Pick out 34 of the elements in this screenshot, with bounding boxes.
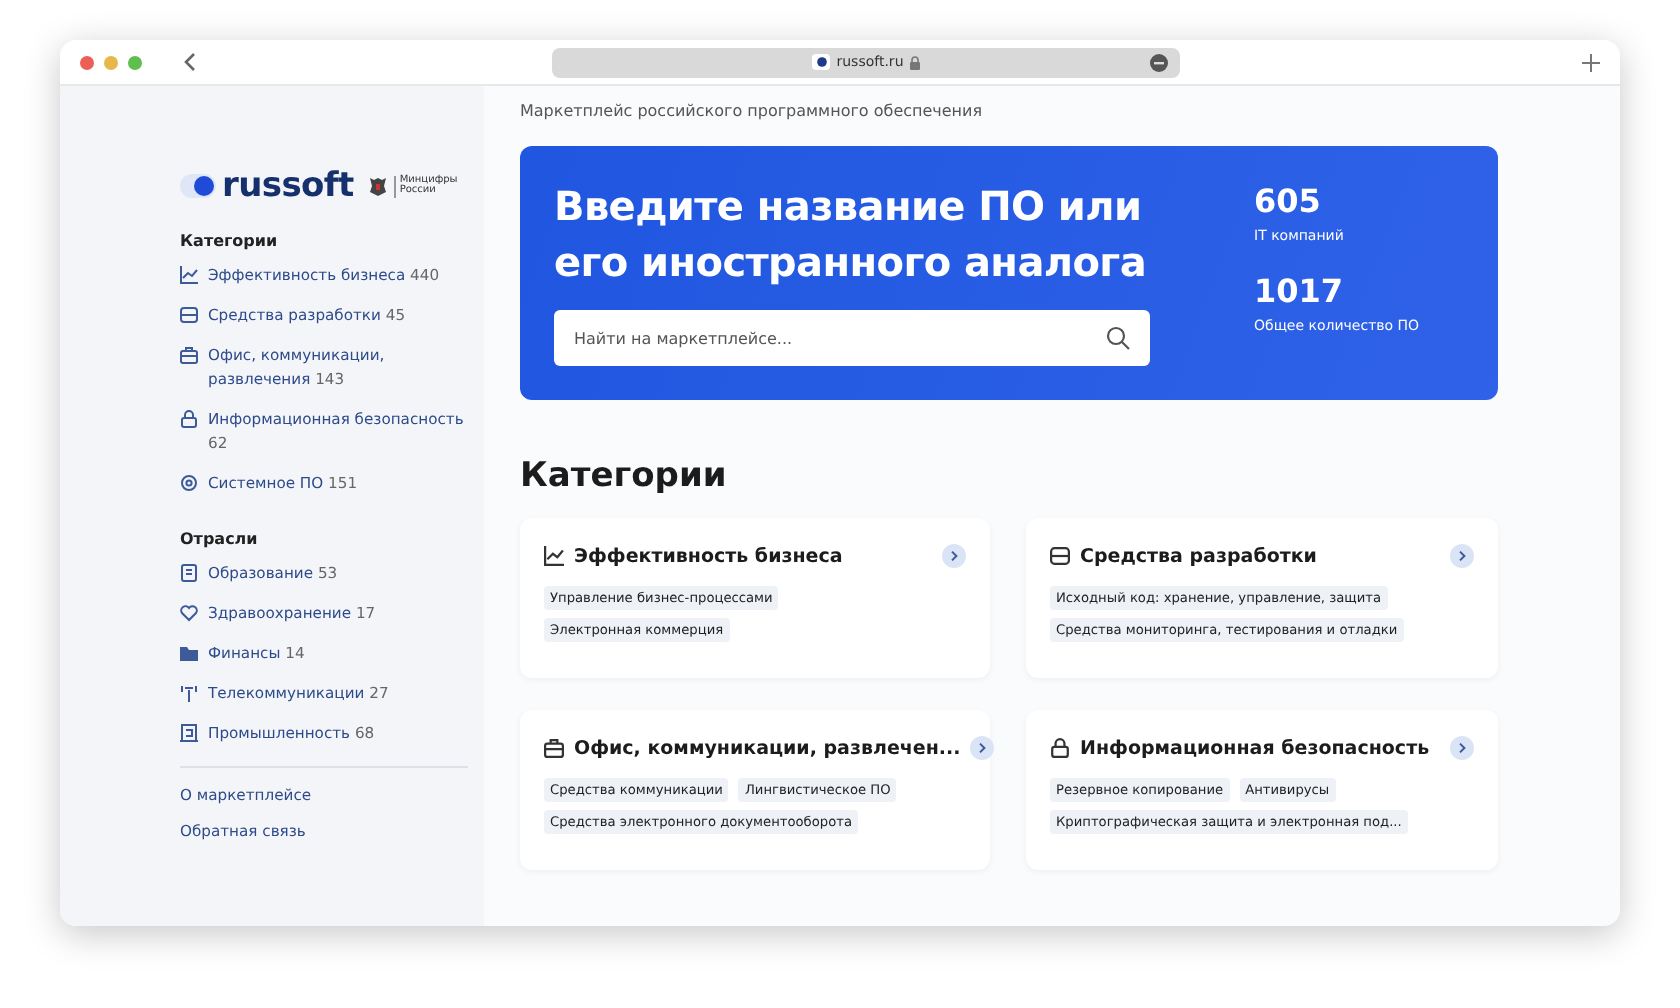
section-heading: Категории: [180, 232, 280, 250]
back-icon[interactable]: [184, 52, 196, 72]
chart-icon: [544, 546, 564, 566]
card-title: Эффективность бизнеса: [574, 545, 845, 567]
new-tab-icon[interactable]: [1582, 53, 1600, 71]
site-icon: [812, 54, 831, 70]
page-subtitle: Маркетплейс российского программного обеспечения: [520, 102, 985, 120]
card-title: Средства разработки: [1080, 545, 1319, 567]
lock-icon: [180, 410, 198, 428]
emblem-icon: [367, 175, 388, 197]
bag-icon: [180, 346, 198, 364]
chart-icon: [180, 266, 198, 284]
chevron-right-icon[interactable]: [942, 544, 966, 568]
chevron-right-icon[interactable]: [970, 736, 995, 760]
banner-title: Введите название ПО или его иностранного аналога: [554, 180, 1149, 290]
building-icon: [180, 724, 198, 742]
logo-text: russoft: [222, 166, 354, 206]
card-title: Офис, коммуникации, развлечен...: [574, 737, 961, 759]
folder-icon: [180, 644, 198, 662]
stat-value: 605: [1254, 182, 1323, 220]
close-window-icon[interactable]: [80, 55, 94, 69]
search-field[interactable]: Найти на маркетплейсе...: [554, 310, 1150, 366]
chevron-right-icon[interactable]: [1450, 736, 1474, 760]
bag-icon: [544, 738, 564, 758]
section-heading: Отрасли: [180, 530, 260, 548]
search-icon[interactable]: [1106, 326, 1130, 350]
section-title: Категории: [520, 456, 729, 496]
heart-icon: [180, 604, 198, 622]
lock-icon: [1050, 738, 1070, 758]
stat-value: 1017: [1254, 272, 1346, 310]
book-icon: [180, 564, 198, 582]
card-title: Информационная безопасность: [1080, 737, 1432, 759]
lock-icon: [909, 55, 920, 69]
chevron-right-icon[interactable]: [1450, 544, 1474, 568]
